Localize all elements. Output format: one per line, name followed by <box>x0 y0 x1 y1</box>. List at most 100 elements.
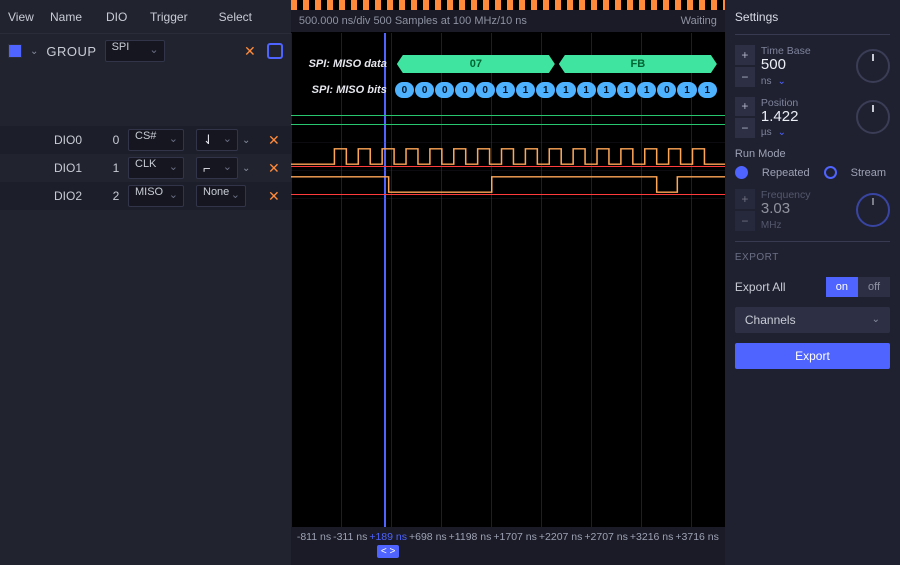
decoded-bit: 0 <box>435 82 454 98</box>
decoded-byte: 07 <box>397 55 555 73</box>
time-tick: +698 ns <box>409 531 447 543</box>
group-color-swatch[interactable] <box>8 44 22 58</box>
run-mode-label: Run Mode <box>735 148 786 160</box>
time-tick: +3216 ns <box>630 531 674 543</box>
falling-edge-icon: ⇃ <box>203 132 214 148</box>
toggle-off[interactable]: off <box>858 277 890 297</box>
wave-clk <box>291 143 725 171</box>
decode-data-label: SPI: MISO data <box>299 58 395 70</box>
dio-name: DIO0 <box>54 133 104 147</box>
export-button[interactable]: Export <box>735 343 890 369</box>
position-inc-button[interactable]: + <box>735 97 755 117</box>
chevron-down-icon: ⌄ <box>872 314 880 325</box>
position-knob[interactable] <box>856 100 890 134</box>
decoded-bit: 0 <box>395 82 414 98</box>
decoded-bit: 1 <box>516 82 535 98</box>
time-tick: +189 ns <box>369 531 407 543</box>
timebase-value[interactable]: 500 <box>761 57 850 74</box>
chevron-down-icon[interactable]: ⌄ <box>777 76 785 87</box>
chevron-down-icon[interactable]: ⌄ <box>242 163 250 174</box>
timebase-knob[interactable] <box>856 49 890 83</box>
export-channels-select[interactable]: Channels ⌄ <box>735 307 890 333</box>
frequency-knob[interactable] <box>856 193 890 227</box>
left-panel: View Name DIO Trigger Select ⌄ GROUP SPI… <box>0 0 291 565</box>
header-select[interactable]: Select <box>206 10 252 24</box>
decoded-bit: 1 <box>496 82 515 98</box>
run-mode-section: Run Mode Repeated Stream <box>735 148 890 179</box>
header-dio[interactable]: DIO <box>106 10 150 24</box>
delete-channel-button[interactable]: ✕ <box>265 160 283 177</box>
timebase-dec-button[interactable]: − <box>735 67 755 87</box>
time-tick: -811 ns <box>297 531 331 543</box>
decoded-bit: 1 <box>617 82 636 98</box>
capture-state: Waiting <box>681 15 717 27</box>
activity-strip <box>291 0 725 10</box>
dio-index: 0 <box>104 133 128 147</box>
timebase-control: + − Time Base 500 ns⌄ <box>735 45 890 87</box>
decoded-bit: 1 <box>536 82 555 98</box>
delete-channel-button[interactable]: ✕ <box>265 132 283 149</box>
trigger-select[interactable]: None <box>196 185 246 207</box>
header-name[interactable]: Name <box>50 10 106 24</box>
header-view[interactable]: View <box>8 10 50 24</box>
decoded-byte: FB <box>559 55 717 73</box>
time-axis: < > -811 ns-311 ns+189 ns+698 ns+1198 ns… <box>291 527 725 565</box>
frequency-dec-button[interactable]: − <box>735 211 755 231</box>
position-value[interactable]: 1.422 <box>761 109 850 126</box>
radio-repeated[interactable] <box>735 166 748 179</box>
export-all-label: Export All <box>735 280 786 294</box>
group-row: ⌄ GROUP SPI ✕ <box>0 34 291 68</box>
chevron-down-icon[interactable]: ⌄ <box>242 135 250 146</box>
dio-row: DIO0 0 CS# ⇃ ⌄ ✕ <box>0 126 291 154</box>
cursor-handle[interactable]: < > <box>377 545 399 558</box>
frequency-control: + − Frequency 3.03 MHz <box>735 189 890 231</box>
trigger-select[interactable]: ⌐ <box>196 157 238 179</box>
frequency-inc-button[interactable]: + <box>735 189 755 209</box>
time-tick: +1707 ns <box>493 531 537 543</box>
signal-select[interactable]: CS# <box>128 129 184 151</box>
trigger-select[interactable]: ⇃ <box>196 129 238 151</box>
select-group-checkbox[interactable] <box>267 43 283 59</box>
export-header: EXPORT <box>735 252 890 263</box>
dio-name: DIO2 <box>54 189 104 203</box>
time-tick: +3716 ns <box>675 531 719 543</box>
signal-select[interactable]: MISO <box>128 185 184 207</box>
timebase-unit[interactable]: ns <box>761 76 772 87</box>
plot-area[interactable]: SPI: MISO data 07FB SPI: MISO bits 00000… <box>291 32 725 527</box>
dio-index: 1 <box>104 161 128 175</box>
radio-stream-label: Stream <box>851 167 886 179</box>
dio-row: DIO2 2 MISO None ✕ <box>0 182 291 210</box>
decoded-bit: 1 <box>677 82 696 98</box>
time-tick: +2707 ns <box>584 531 628 543</box>
radio-stream[interactable] <box>824 166 837 179</box>
dio-row: DIO1 1 CLK ⌐ ⌄ ✕ <box>0 154 291 182</box>
export-all-row: Export All on off <box>735 277 890 297</box>
export-channels-label: Channels <box>745 313 796 327</box>
decoded-bit: 1 <box>637 82 656 98</box>
position-control: + − Position 1.422 µs⌄ <box>735 97 890 139</box>
frequency-value: 3.03 <box>761 201 850 218</box>
position-unit[interactable]: µs <box>761 127 772 138</box>
signal-select[interactable]: CLK <box>128 157 184 179</box>
protocol-select[interactable]: SPI <box>105 40 165 62</box>
time-tick: +2207 ns <box>539 531 583 543</box>
chevron-down-icon[interactable]: ⌄ <box>778 127 786 138</box>
timebase-inc-button[interactable]: + <box>735 45 755 65</box>
settings-panel: Settings + − Time Base 500 ns⌄ + − Posit… <box>725 0 900 565</box>
position-dec-button[interactable]: − <box>735 118 755 138</box>
decoded-bit: 0 <box>657 82 676 98</box>
rising-edge-icon: ⌐ <box>203 161 211 176</box>
header-trigger[interactable]: Trigger <box>150 10 206 24</box>
decoded-bit: 1 <box>577 82 596 98</box>
waveform-panel: 500.000 ns/div 500 Samples at 100 MHz/10… <box>291 0 725 565</box>
decoded-bit: 0 <box>476 82 495 98</box>
delete-channel-button[interactable]: ✕ <box>265 188 283 205</box>
spi-decode: SPI: MISO data 07FB SPI: MISO bits 00000… <box>299 53 717 105</box>
chevron-down-icon[interactable]: ⌄ <box>30 46 38 57</box>
wave-miso <box>291 171 725 199</box>
export-all-toggle[interactable]: on off <box>826 277 890 297</box>
delete-group-button[interactable]: ✕ <box>241 43 259 60</box>
toggle-on[interactable]: on <box>826 277 858 297</box>
decode-bits-label: SPI: MISO bits <box>299 84 395 96</box>
decoded-bit: 0 <box>455 82 474 98</box>
